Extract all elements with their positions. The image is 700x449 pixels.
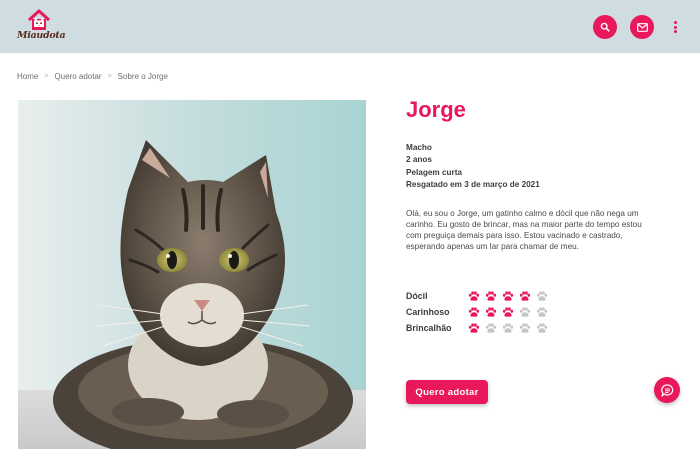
pet-age: 2 anos bbox=[406, 155, 432, 165]
paw-empty-icon bbox=[485, 323, 497, 333]
paw-filled-icon bbox=[485, 307, 497, 317]
pet-photo bbox=[18, 100, 366, 449]
trait-docil: Dócil bbox=[406, 288, 548, 304]
more-vertical-icon bbox=[673, 21, 677, 24]
messages-button[interactable] bbox=[630, 15, 654, 39]
trait-brincalhao: Brincalhão bbox=[406, 320, 548, 336]
pet-description: Olá, eu sou o Jorge, um gatinho calmo e … bbox=[406, 209, 642, 251]
paw-filled-icon bbox=[485, 291, 497, 301]
trait-label: Carinhoso bbox=[406, 307, 450, 317]
breadcrumb-home[interactable]: Home bbox=[17, 72, 38, 81]
mail-icon bbox=[636, 22, 648, 32]
trait-rating bbox=[468, 290, 548, 302]
cat-photo-image bbox=[18, 100, 366, 449]
trait-rating bbox=[468, 322, 548, 334]
house-cat-logo-icon bbox=[27, 9, 51, 30]
paw-empty-icon bbox=[519, 307, 531, 317]
search-icon bbox=[600, 22, 610, 32]
paw-empty-icon bbox=[536, 323, 548, 333]
pet-sex: Macho bbox=[406, 143, 432, 152]
pet-rescue-date: Resgatado em 3 de março de 2021 bbox=[406, 179, 540, 189]
breadcrumb-current: Sobre o Jorge bbox=[117, 72, 168, 81]
brand-name: Miaudota bbox=[17, 30, 66, 41]
chat-icon bbox=[660, 383, 673, 397]
trait-carinhoso: Carinhoso bbox=[406, 304, 548, 320]
pet-name: Jorge bbox=[406, 97, 466, 122]
paw-filled-icon bbox=[468, 323, 480, 333]
paw-filled-icon bbox=[519, 291, 531, 301]
paw-empty-icon bbox=[519, 323, 531, 333]
paw-filled-icon bbox=[468, 291, 480, 301]
brand-logo[interactable]: Miaudota bbox=[16, 9, 66, 45]
paw-empty-icon bbox=[536, 291, 548, 301]
pet-coat: Pelagem curta bbox=[406, 167, 462, 177]
trait-label: Brincalhão bbox=[406, 323, 452, 333]
adopt-button[interactable]: Quero adotar bbox=[406, 380, 488, 404]
paw-filled-icon bbox=[502, 291, 514, 301]
top-header: Miaudota bbox=[0, 0, 700, 53]
pet-facts: Macho 2 anos Pelagem curta Resgatado em … bbox=[406, 142, 540, 191]
pet-traits: Dócil Carinhoso Brincalhão bbox=[406, 288, 548, 336]
paw-empty-icon bbox=[502, 323, 514, 333]
trait-label: Dócil bbox=[406, 291, 428, 301]
paw-filled-icon bbox=[468, 307, 480, 317]
chevron-right-icon: > bbox=[107, 73, 112, 80]
breadcrumb: Home > Quero adotar > Sobre o Jorge bbox=[17, 72, 168, 81]
chat-button[interactable] bbox=[654, 377, 680, 403]
search-button[interactable] bbox=[593, 15, 617, 39]
trait-rating bbox=[468, 306, 548, 318]
breadcrumb-quero-adotar[interactable]: Quero adotar bbox=[54, 72, 101, 81]
paw-filled-icon bbox=[502, 307, 514, 317]
more-menu-button[interactable] bbox=[669, 18, 681, 36]
paw-empty-icon bbox=[536, 307, 548, 317]
chevron-right-icon: > bbox=[44, 73, 49, 80]
